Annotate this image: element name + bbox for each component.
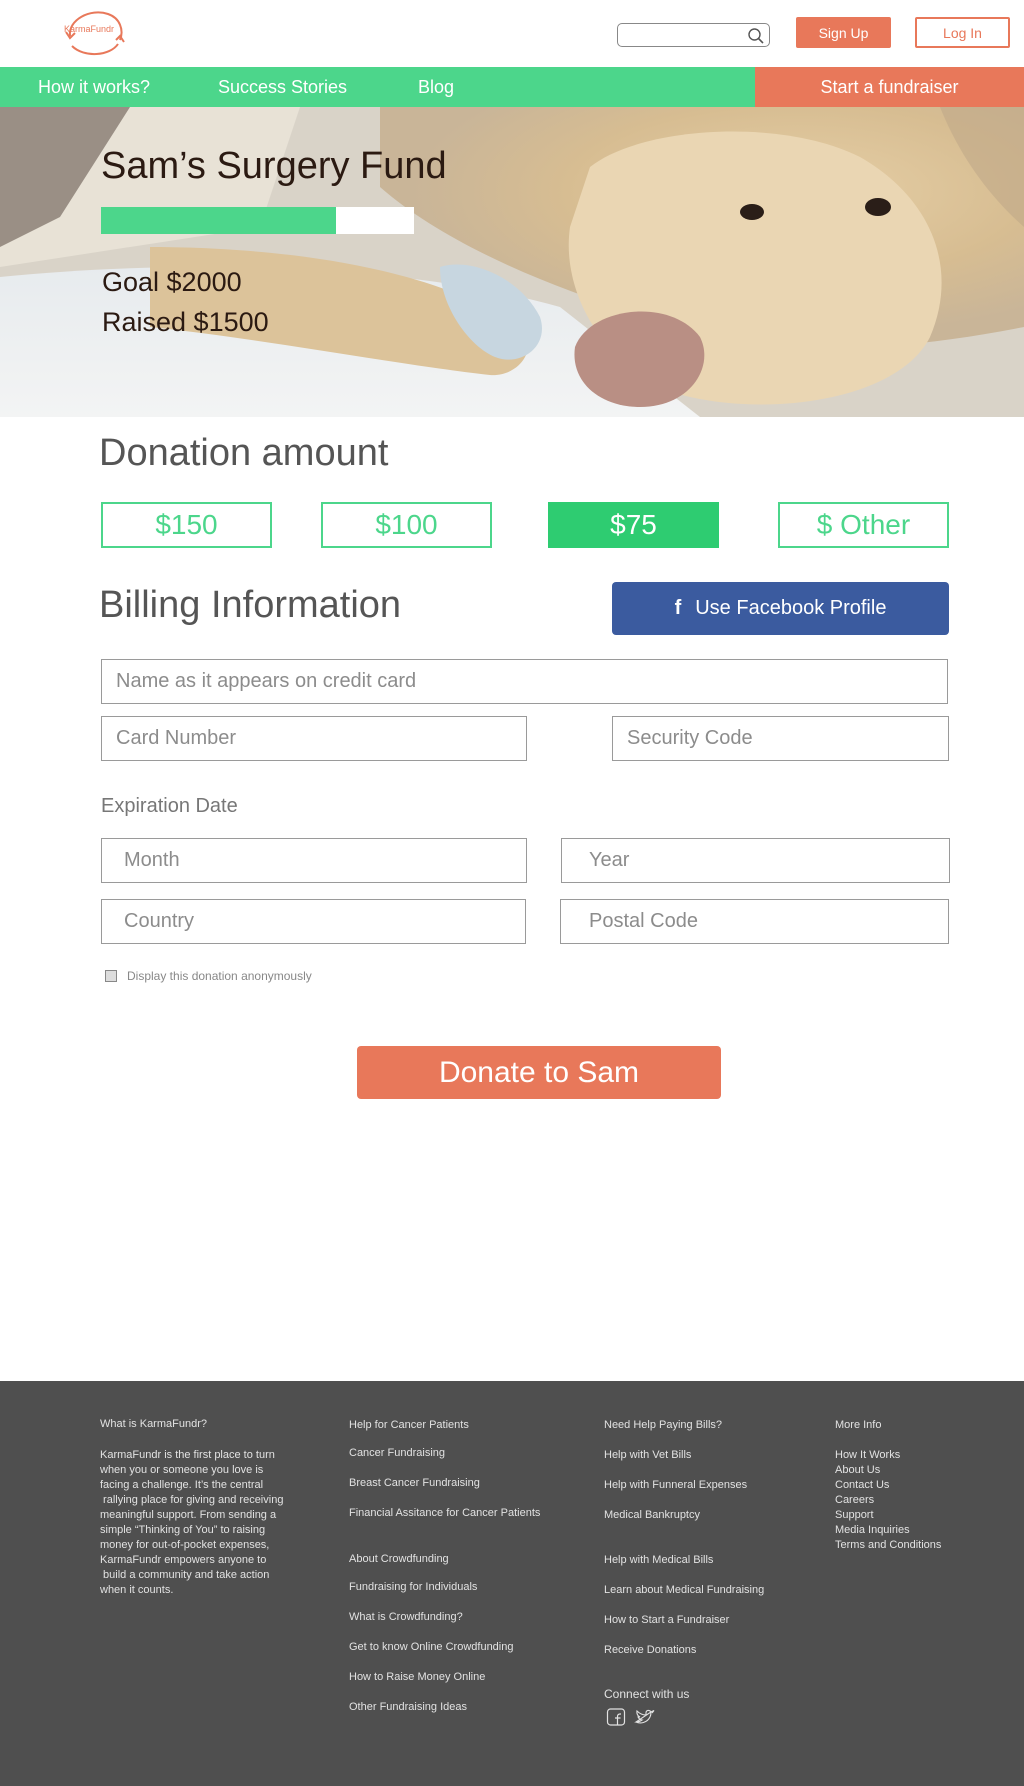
about-line: when you or someone you love is [100, 1464, 264, 1476]
donate-button[interactable]: Donate to Sam [357, 1046, 721, 1099]
funding-progress-bar [101, 207, 414, 234]
footer-link[interactable]: Get to know Online Crowdfunding [349, 1641, 513, 1653]
about-line: facing a challenge. It’s the central [100, 1479, 264, 1491]
postal-code-field[interactable] [560, 899, 949, 944]
footer-link[interactable]: Support [835, 1509, 874, 1521]
nav-success-stories[interactable]: Success Stories [218, 67, 347, 107]
funding-progress-fill [101, 207, 336, 234]
site-header: KarmaFundr Sign Up Log In [0, 0, 1024, 67]
nav-blog[interactable]: Blog [418, 67, 454, 107]
about-line: simple “Thinking of You” to raising [100, 1524, 266, 1536]
footer-link[interactable]: Terms and Conditions [835, 1539, 941, 1551]
search-box[interactable] [617, 23, 770, 47]
donation-amount-title: Donation amount [99, 432, 389, 474]
footer-link[interactable]: Financial Assitance for Cancer Patients [349, 1507, 540, 1519]
footer-link[interactable]: Learn about Medical Fundraising [604, 1584, 764, 1596]
about-line: KarmaFundr empowers anyone to [100, 1554, 267, 1566]
footer-link[interactable]: Breast Cancer Fundraising [349, 1477, 480, 1489]
campaign-title: Sam’s Surgery Fund [101, 145, 447, 187]
footer-link[interactable]: Medical Bankruptcy [604, 1509, 700, 1521]
footer-link[interactable]: Help with Funneral Expenses [604, 1479, 747, 1491]
twitter-icon[interactable] [634, 1708, 656, 1726]
about-line: meaningful support. From sending a [100, 1509, 277, 1521]
footer-link[interactable]: Contact Us [835, 1479, 889, 1491]
campaign-hero: Sam’s Surgery Fund Goal $2000 Raised $15… [0, 107, 1024, 417]
expiration-date-label: Expiration Date [101, 795, 238, 817]
anonymous-checkbox[interactable] [105, 970, 117, 982]
amount-100-button[interactable]: $100 [321, 502, 492, 548]
site-footer: What is KarmaFundr? KarmaFundr is the fi… [0, 1381, 1024, 1786]
cardholder-name-field[interactable] [101, 659, 948, 704]
main-nav: How it works? Success Stories Blog Start… [0, 67, 1024, 107]
start-fundraiser-button[interactable]: Start a fundraiser [755, 67, 1024, 107]
country-input[interactable] [102, 900, 525, 943]
postal-code-input[interactable] [561, 900, 948, 943]
footer-link[interactable]: Other Fundraising Ideas [349, 1701, 467, 1713]
facebook-icon[interactable] [606, 1708, 626, 1726]
footer-link[interactable]: What is Crowdfunding? [349, 1611, 463, 1623]
footer-link[interactable]: Cancer Fundraising [349, 1447, 445, 1459]
about-line: money for out-of-pocket expenses, [100, 1539, 270, 1551]
amount-150-button[interactable]: $150 [101, 502, 272, 548]
footer-link[interactable]: Help with Vet Bills [604, 1449, 691, 1461]
expiration-year-input[interactable] [562, 839, 949, 882]
footer-link[interactable]: Media Inquiries [835, 1524, 910, 1536]
footer-about-text: KarmaFundr is the first place to turn wh… [100, 1448, 305, 1598]
footer-link[interactable]: How to Raise Money Online [349, 1671, 485, 1683]
country-field[interactable] [101, 899, 526, 944]
facebook-button-label: Use Facebook Profile [695, 597, 887, 619]
footer-link[interactable]: Help for Cancer Patients [349, 1419, 469, 1431]
footer-about-title: What is KarmaFundr? [100, 1418, 207, 1430]
about-line: when it counts. [100, 1584, 174, 1596]
footer-link[interactable]: How to Start a Fundraiser [604, 1614, 729, 1626]
nav-how-it-works[interactable]: How it works? [38, 67, 150, 107]
amount-other-button[interactable]: $ Other [778, 502, 949, 548]
campaign-goal: Goal $2000 [102, 267, 242, 297]
sign-up-button[interactable]: Sign Up [796, 17, 891, 48]
card-number-input[interactable] [102, 717, 526, 760]
logo-text: KarmaFundr [64, 24, 115, 34]
search-input[interactable] [624, 25, 744, 45]
expiration-year-field[interactable] [561, 838, 950, 883]
use-facebook-profile-button[interactable]: f Use Facebook Profile [612, 582, 949, 635]
footer-more-info-title: More Info [835, 1419, 882, 1431]
security-code-field[interactable] [612, 716, 949, 761]
log-in-button[interactable]: Log In [915, 17, 1010, 48]
footer-link[interactable]: Need Help Paying Bills? [604, 1419, 722, 1431]
cardholder-name-input[interactable] [102, 660, 947, 703]
expiration-month-field[interactable] [101, 838, 527, 883]
footer-link[interactable]: Fundraising for Individuals [349, 1581, 477, 1593]
connect-with-us-label: Connect with us [604, 1687, 690, 1701]
footer-link[interactable]: Receive Donations [604, 1644, 696, 1656]
about-line: KarmaFundr is the first place to turn [100, 1449, 275, 1461]
anonymous-label: Display this donation anonymously [127, 969, 312, 983]
anonymous-donation-option[interactable]: Display this donation anonymously [105, 969, 312, 983]
footer-link[interactable]: About Crowdfunding [349, 1553, 449, 1565]
facebook-icon: f [674, 597, 682, 619]
card-number-field[interactable] [101, 716, 527, 761]
search-icon[interactable] [747, 27, 765, 45]
footer-link[interactable]: Help with Medical Bills [604, 1554, 713, 1566]
footer-link[interactable]: Careers [835, 1494, 874, 1506]
security-code-input[interactable] [613, 717, 948, 760]
social-links [606, 1708, 656, 1726]
about-line: build a community and take action [100, 1569, 270, 1581]
billing-information-title: Billing Information [99, 584, 402, 626]
about-line: rallying place for giving and receiving [100, 1494, 284, 1506]
footer-link[interactable]: How It Works [835, 1449, 900, 1461]
footer-link[interactable]: About Us [835, 1464, 880, 1476]
amount-75-button[interactable]: $75 [548, 502, 719, 548]
campaign-raised: Raised $1500 [102, 307, 269, 337]
expiration-month-input[interactable] [102, 839, 526, 882]
